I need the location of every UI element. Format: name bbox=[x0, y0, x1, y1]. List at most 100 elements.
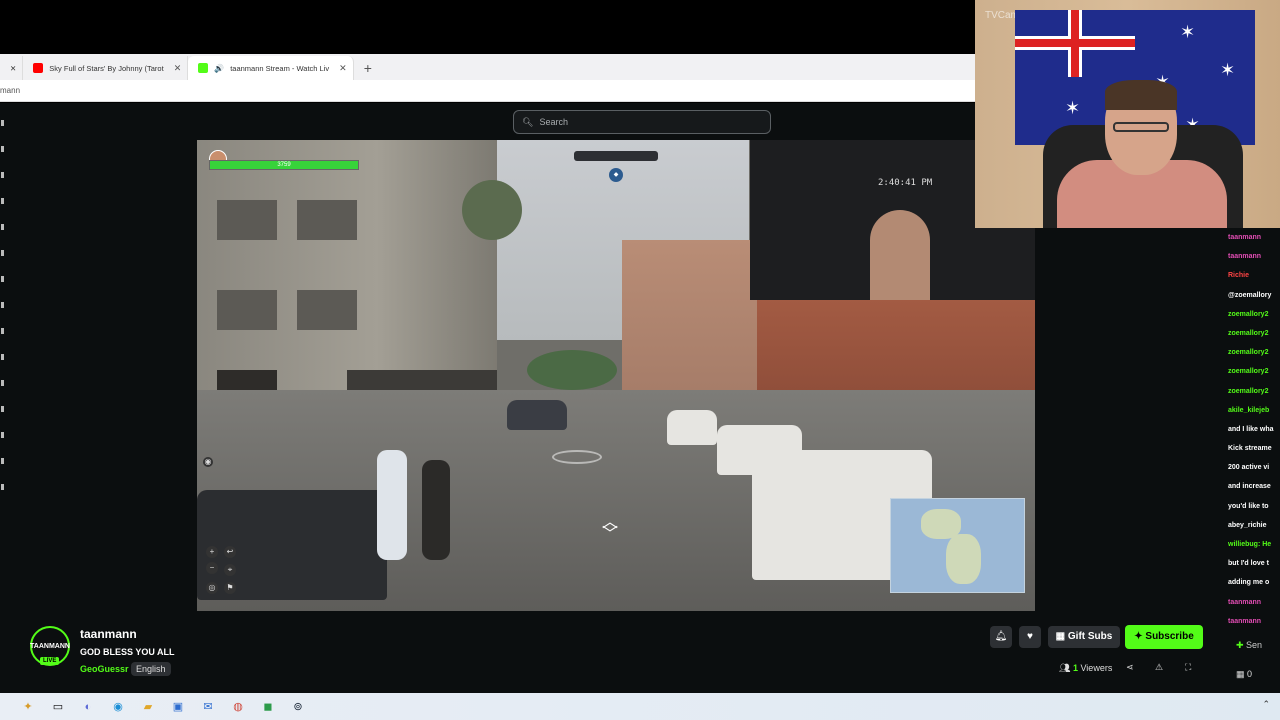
steam-icon[interactable]: ⊚ bbox=[290, 699, 306, 715]
tab-partial[interactable]: ✕ bbox=[0, 56, 24, 80]
location-icon[interactable]: ⌖ bbox=[224, 564, 236, 576]
edge-icon[interactable]: ◉ bbox=[110, 699, 126, 715]
chat-message: @zoemallory bbox=[1228, 291, 1272, 299]
file-explorer-icon[interactable]: ▰ bbox=[140, 699, 156, 715]
chat-message: and I like wha bbox=[1228, 425, 1274, 433]
new-tab-button[interactable]: + bbox=[354, 56, 382, 80]
chat-count-value: 0 bbox=[1247, 669, 1253, 679]
store-icon[interactable]: ▣ bbox=[170, 699, 186, 715]
follow-heart-button[interactable]: ♥ bbox=[1019, 626, 1041, 648]
flag-icon[interactable]: ⚑ bbox=[224, 582, 236, 594]
language-tag[interactable]: English bbox=[131, 662, 171, 676]
address-bar[interactable]: mann bbox=[0, 80, 975, 102]
pedestrian bbox=[422, 460, 450, 560]
subscribe-button[interactable]: ✦ Subscribe bbox=[1125, 625, 1203, 649]
task-view-icon[interactable]: ▭ bbox=[50, 699, 66, 715]
chat-message: abey_richie bbox=[1228, 521, 1267, 529]
health-bar: 3759 bbox=[209, 160, 359, 170]
chevron-down-icon[interactable]: ﹀ bbox=[602, 520, 618, 544]
gift-label: Gift Subs bbox=[1067, 631, 1113, 642]
report-icon[interactable]: ⚠ bbox=[1155, 662, 1163, 673]
app-icon[interactable]: ◼ bbox=[260, 699, 276, 715]
copilot-icon[interactable]: ✦ bbox=[20, 699, 36, 715]
car bbox=[667, 410, 717, 445]
viewer-label: Viewers bbox=[1080, 663, 1113, 673]
glasses bbox=[1113, 122, 1169, 132]
viewer-number: 1 bbox=[1072, 663, 1078, 673]
chat-message: 200 active vi bbox=[1228, 464, 1270, 472]
chat-input[interactable]: ✚ Sen bbox=[1236, 640, 1280, 656]
youtube-icon bbox=[33, 63, 44, 73]
chat-message: Kick streame bbox=[1228, 445, 1272, 453]
pedestrian bbox=[377, 450, 407, 560]
system-tray[interactable]: ⌃ bbox=[1262, 699, 1270, 710]
browser-tabbar: ✕ Sky Full of Stars' By Johnny (Tarot ✕ … bbox=[0, 54, 975, 80]
chat-message: zoemallory2 bbox=[1228, 329, 1269, 337]
category-link[interactable]: GeoGuessr bbox=[80, 664, 129, 674]
chat-message: taanmann bbox=[1228, 598, 1262, 606]
video-player[interactable]: 3759 ◆ 2:40:41 PM ︿ ﹀ + − ↩ ⌖ ◎ ⚑ ◉ bbox=[197, 140, 1035, 611]
streamer-webcam: TVCam ✶ ✶ ✶ ✶ ✶ bbox=[975, 0, 1280, 228]
guess-minimap[interactable] bbox=[890, 498, 1025, 593]
tab-close-icon[interactable]: ✕ bbox=[339, 63, 347, 74]
share-icon[interactable]: ⋖ bbox=[1126, 662, 1134, 673]
compass-icon[interactable]: ◎ bbox=[206, 582, 218, 594]
emote-icon: ✚ bbox=[1236, 640, 1247, 650]
streamer-hair bbox=[1105, 80, 1177, 110]
undo-icon[interactable]: ↩ bbox=[224, 546, 236, 558]
car-dark bbox=[507, 400, 567, 430]
chat-message: but I'd love t bbox=[1228, 560, 1269, 568]
chat-message: zoemallory2 bbox=[1228, 368, 1269, 376]
clock-text: 2:40:41 PM bbox=[878, 178, 933, 188]
settings-icon[interactable]: ◉ bbox=[203, 457, 213, 467]
address-text: mann bbox=[0, 86, 21, 95]
chat-message: taanmann bbox=[1228, 234, 1262, 241]
tab-close-icon[interactable]: ✕ bbox=[10, 64, 16, 73]
chat-message: williebug: He bbox=[1228, 541, 1272, 548]
map-land bbox=[946, 534, 981, 584]
tab-kick[interactable]: 🔊 taanmann Stream - Watch Liv ✕ bbox=[188, 56, 354, 80]
users-icon: 👥︎ bbox=[1059, 663, 1073, 673]
zoom-in-icon[interactable]: + bbox=[206, 546, 218, 558]
chat-message: taanmann bbox=[1228, 253, 1262, 261]
chevron-up-icon[interactable]: ⌃ bbox=[1262, 699, 1270, 709]
mail-icon[interactable]: ✉ bbox=[200, 699, 216, 715]
gift-subs-button[interactable]: ▦ Gift Subs bbox=[1048, 626, 1120, 648]
channel-name[interactable]: taanmann bbox=[80, 627, 137, 641]
chat-message: Richie bbox=[1228, 272, 1250, 280]
photos-icon[interactable]: ◐ bbox=[80, 699, 96, 715]
palm-tree bbox=[462, 180, 522, 240]
health-value: 3759 bbox=[277, 162, 291, 168]
search-placeholder: Search bbox=[539, 117, 568, 127]
chat-count: ▦ 0 bbox=[1236, 669, 1252, 680]
webcam-label: TVCam bbox=[985, 10, 1019, 21]
viewer-count: 👥︎ 1 Viewers bbox=[1059, 663, 1112, 674]
tab-close-icon[interactable]: ✕ bbox=[174, 63, 182, 74]
chat-message: zoemallory2 bbox=[1228, 310, 1269, 318]
subscribe-label: Subscribe bbox=[1145, 631, 1194, 642]
move-arrow-icon[interactable] bbox=[552, 450, 602, 464]
tab-youtube[interactable]: Sky Full of Stars' By Johnny (Tarot ✕ bbox=[23, 56, 189, 80]
zoom-out-icon[interactable]: − bbox=[206, 562, 218, 574]
clip-icon[interactable]: ⛶ bbox=[1185, 662, 1191, 673]
gift-icon: ▦ bbox=[1055, 631, 1068, 642]
tab-label: Sky Full of Stars' By Johnny (Tarot bbox=[49, 63, 164, 73]
search-input[interactable]: 🔍︎ Search bbox=[513, 110, 771, 134]
chrome-icon[interactable]: ◍ bbox=[230, 699, 246, 715]
speaker-icon[interactable]: 🔊 bbox=[214, 64, 224, 73]
chat-message: zoemallory2 bbox=[1228, 387, 1269, 395]
notification-bell-button[interactable]: 🔔︎ bbox=[990, 626, 1012, 648]
search-icon: 🔍︎ bbox=[522, 116, 534, 127]
chat-message: akile_kilejeb bbox=[1228, 406, 1270, 414]
send-label: Sen bbox=[1246, 640, 1263, 650]
chat-message: adding me o bbox=[1228, 579, 1270, 587]
windows-taskbar: ✦ ▭ ◐ ◉ ▰ ▣ ✉ ◍ ◼ ⊚ bbox=[0, 693, 1280, 720]
trees bbox=[527, 350, 617, 390]
round-badge: ◆ bbox=[609, 168, 623, 182]
kick-icon bbox=[198, 63, 209, 73]
live-badge: LIVE bbox=[40, 657, 60, 665]
chat-message: you'd like to bbox=[1228, 502, 1269, 510]
chat-panel: taanmann taanmann Richie @zoemallory zoemall… bbox=[1228, 228, 1280, 628]
chat-message: and increase bbox=[1228, 483, 1271, 491]
round-indicator bbox=[574, 151, 658, 161]
